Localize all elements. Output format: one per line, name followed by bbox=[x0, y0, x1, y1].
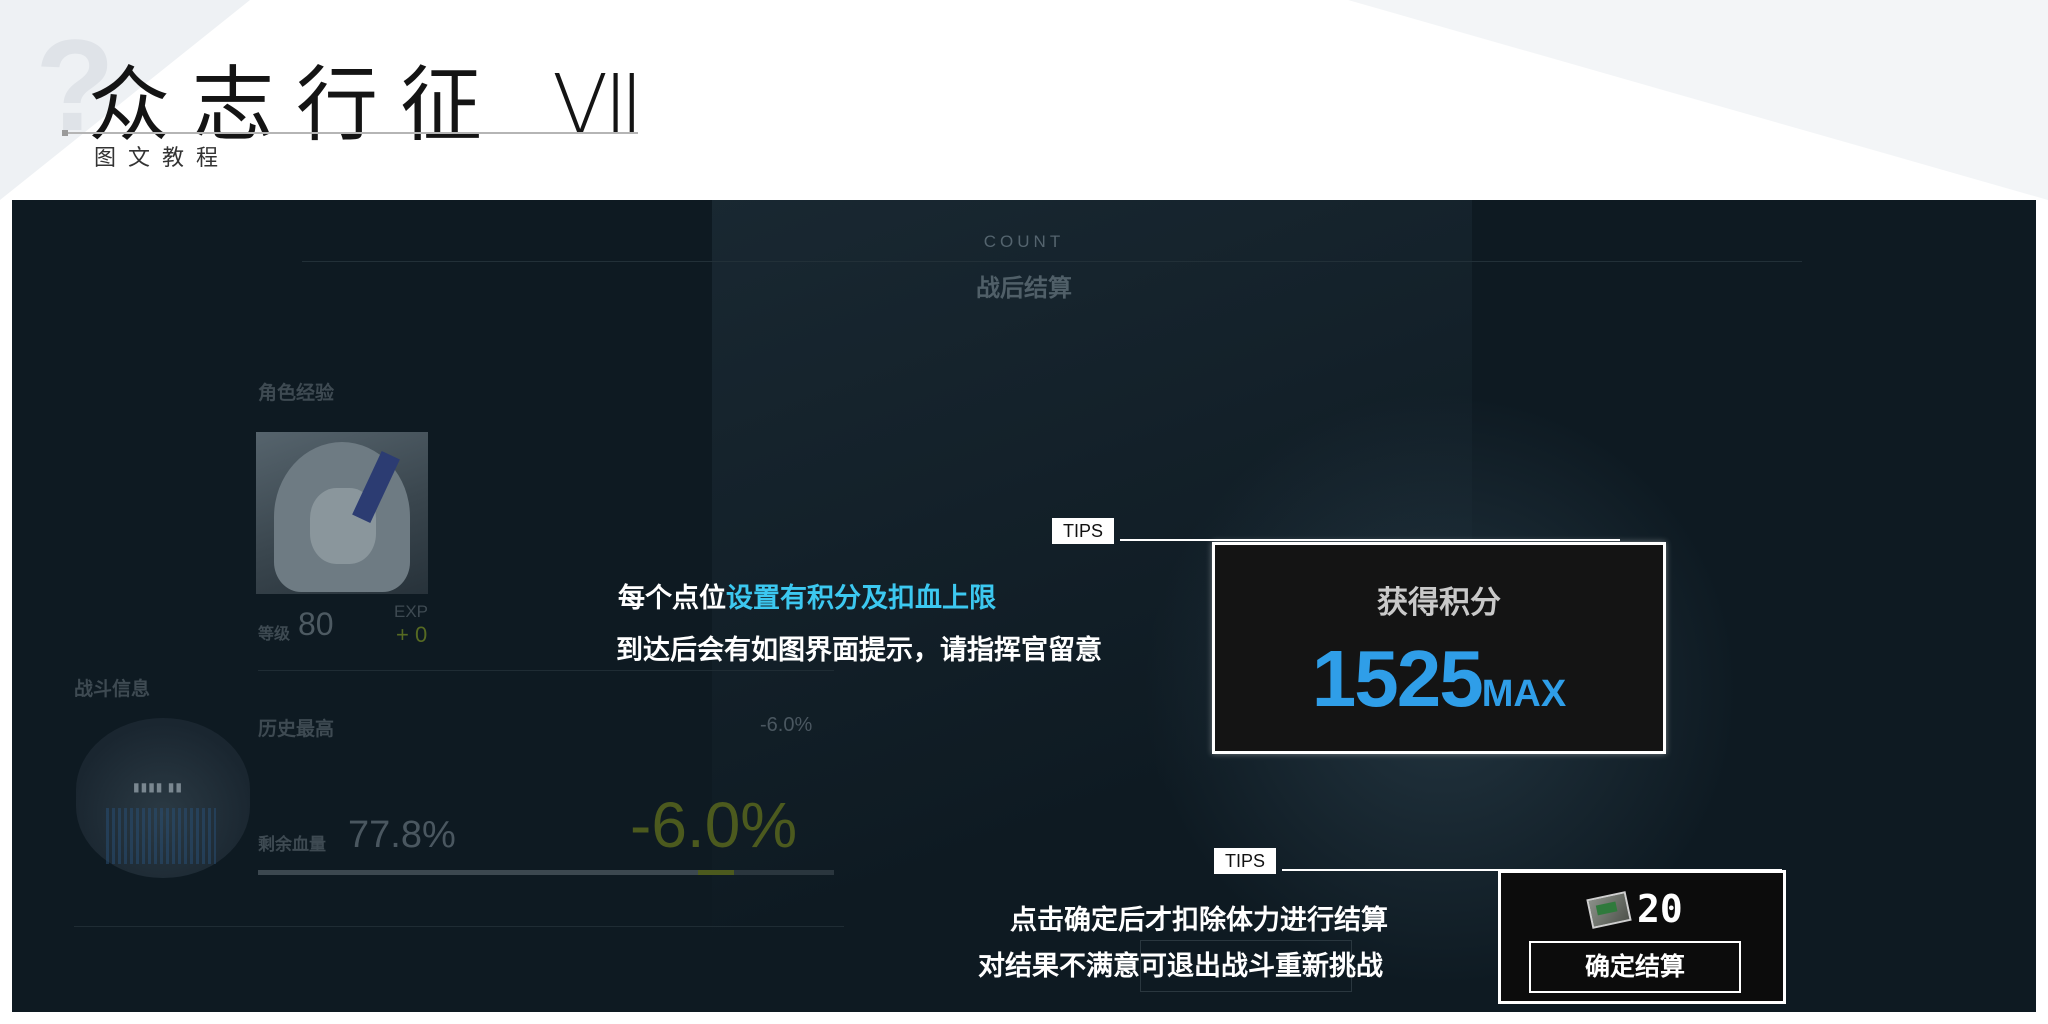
tip-1-line-2: 到达后会有如图界面提示，请指挥官留意 bbox=[616, 635, 1102, 665]
score-box: 获得积分 1525MAX bbox=[1212, 542, 1666, 754]
confirm-settlement-box: 20 确定结算 bbox=[1498, 870, 1786, 1004]
exp-value: + 0 bbox=[396, 622, 428, 647]
count-divider bbox=[302, 261, 1802, 262]
settlement-title: 战后结算 bbox=[976, 275, 1072, 302]
bottom-divider bbox=[74, 926, 844, 927]
tip-1-highlight: 设置有积分及扣血上限 bbox=[726, 583, 996, 613]
orb-logo: ▮▮▮▮ ▮▮ bbox=[133, 780, 183, 794]
tip-2-line-1: 点击确定后才扣除体力进行结算 bbox=[1010, 905, 1388, 935]
remaining-hp-label: 剩余血量 bbox=[258, 835, 326, 854]
score-value-row: 1525MAX bbox=[1215, 633, 1663, 725]
history-best-value: -6.0% bbox=[760, 714, 813, 736]
hp-change-value: -6.0% bbox=[630, 789, 798, 861]
battle-info-label: 战斗信息 bbox=[74, 679, 151, 700]
score-value: 1525 bbox=[1311, 634, 1484, 723]
tips-tag: TIPS bbox=[1052, 518, 1115, 544]
tips-tag: TIPS bbox=[1214, 848, 1277, 874]
event-subtitle: 图文教程 bbox=[94, 145, 231, 170]
tip-1-line-1: 每个点位设置有积分及扣血上限 bbox=[618, 576, 996, 615]
hp-bar-fill bbox=[258, 870, 707, 875]
confirm-settlement-button[interactable]: 确定结算 bbox=[1529, 941, 1741, 993]
battle-orb-image: ▮▮▮▮ ▮▮ bbox=[76, 718, 250, 878]
score-max-label: MAX bbox=[1481, 673, 1567, 715]
score-label: 获得积分 bbox=[1377, 585, 1501, 620]
character-exp-label: 角色经验 bbox=[258, 383, 335, 404]
exp-label: EXP bbox=[394, 602, 429, 621]
section-divider bbox=[258, 670, 834, 671]
stamina-icon bbox=[1586, 891, 1632, 929]
battle-settlement-screen: COUNT 战后结算 角色经验 等级 80 EXP + 0 战斗信息 ▮▮▮▮ … bbox=[12, 200, 2036, 1012]
count-label: COUNT bbox=[983, 232, 1065, 251]
orb-pattern bbox=[106, 808, 216, 864]
header-decor-right bbox=[1348, 0, 2048, 200]
tip-2-line-2: 对结果不满意可退出战斗重新挑战 bbox=[978, 951, 1383, 981]
level-label: 等级 bbox=[258, 626, 291, 643]
hp-bar-loss bbox=[698, 870, 734, 875]
remaining-hp-value: 77.8% bbox=[348, 814, 456, 856]
history-best-label: 历史最高 bbox=[258, 719, 335, 740]
tip-1-prefix: 每个点位 bbox=[618, 583, 726, 613]
character-portrait bbox=[256, 432, 428, 594]
tips-leader-line bbox=[1120, 539, 1620, 541]
hp-bar bbox=[258, 870, 834, 875]
stamina-cost: 20 bbox=[1637, 887, 1683, 931]
title-underline bbox=[64, 132, 638, 134]
title-dot bbox=[62, 130, 68, 136]
level-value: 80 bbox=[298, 606, 334, 642]
